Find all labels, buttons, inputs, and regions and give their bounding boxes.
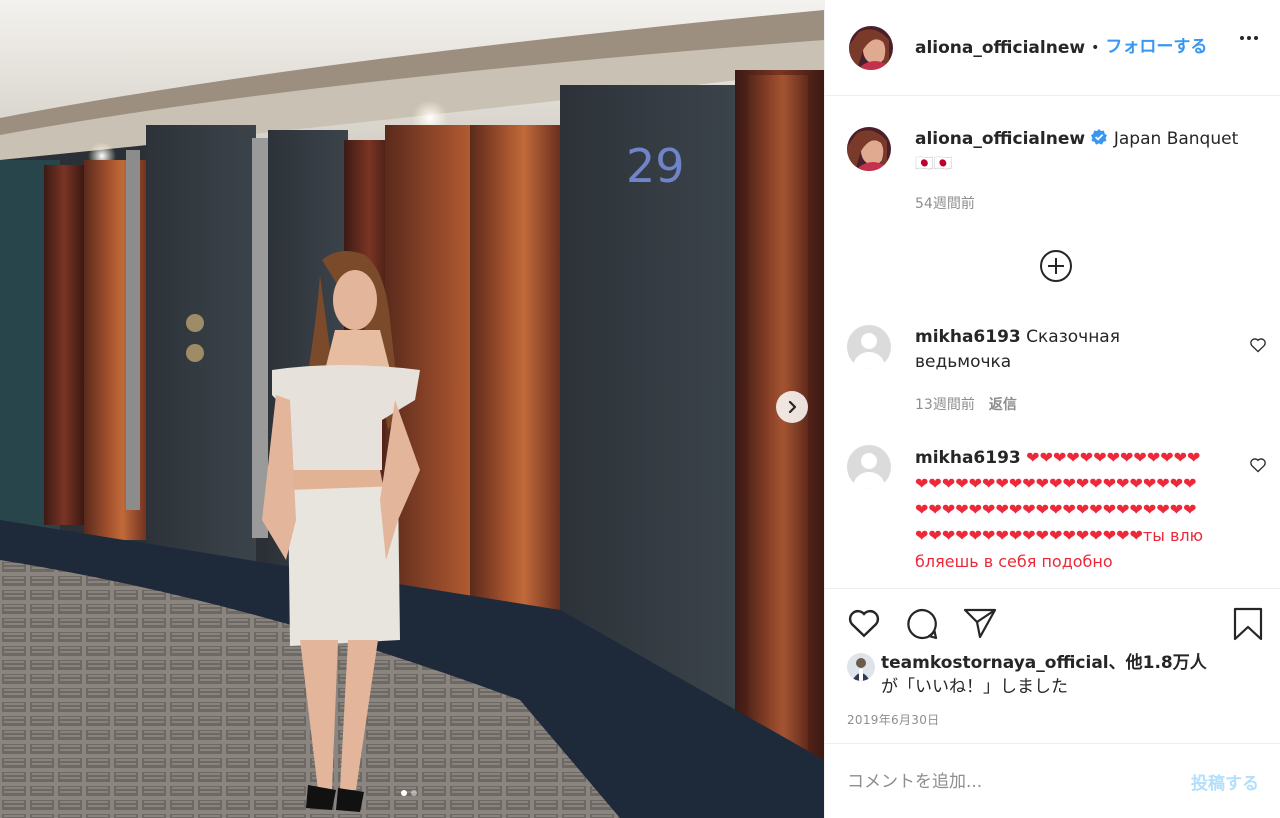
- share-button[interactable]: [963, 607, 997, 645]
- caption-username[interactable]: aliona_officialnew: [915, 129, 1085, 149]
- comment-meta: 13週間前 返信: [915, 393, 1215, 418]
- comments-list[interactable]: aliona_officialnew Japan Banquet 🇯🇵🇯🇵 54…: [825, 97, 1280, 587]
- more-dot: [1240, 36, 1244, 40]
- caption-author-avatar[interactable]: [847, 127, 891, 171]
- paper-plane-icon: [963, 608, 997, 639]
- caption-flags: 🇯🇵🇯🇵: [915, 154, 953, 172]
- caption-time[interactable]: 54週間前: [915, 192, 1255, 217]
- comment-item: mikha6193 ❤❤❤❤❤❤❤❤❤❤❤❤❤❤❤❤❤❤❤❤❤❤❤❤❤❤❤❤❤❤…: [847, 445, 1267, 575]
- more-dot: [1254, 36, 1258, 40]
- bookmark-icon: [1233, 607, 1263, 641]
- comment-body: mikha6193 ❤❤❤❤❤❤❤❤❤❤❤❤❤❤❤❤❤❤❤❤❤❤❤❤❤❤❤❤❤❤…: [915, 445, 1207, 575]
- post-photo[interactable]: 29: [0, 0, 824, 818]
- likes-text: teamkostornaya_official、他1.8万人 が「いいね！」しま…: [881, 651, 1207, 699]
- room-number: 29: [626, 139, 685, 193]
- like-button[interactable]: [847, 607, 881, 645]
- reply-button[interactable]: 返信: [989, 397, 1017, 413]
- post-date[interactable]: 2019年6月30日: [847, 711, 939, 728]
- chevron-right-icon: [788, 400, 797, 414]
- plus-circle-icon: [1040, 250, 1072, 282]
- save-button[interactable]: [1233, 607, 1263, 645]
- more-dot: [1247, 36, 1251, 40]
- post-comment-button[interactable]: 投稿する: [1191, 769, 1259, 794]
- author-username[interactable]: aliona_officialnew: [915, 38, 1085, 58]
- comment-input[interactable]: [847, 771, 1191, 792]
- header-separator: •: [1091, 39, 1100, 56]
- caption-item: aliona_officialnew Japan Banquet 🇯🇵🇯🇵 54…: [847, 127, 1267, 217]
- like-comment-button[interactable]: [1249, 337, 1267, 357]
- liker-username[interactable]: teamkostornaya_official: [881, 653, 1109, 673]
- action-icons: [847, 607, 997, 645]
- likes-suffix: が「いいね！」しました: [881, 677, 1068, 697]
- comment-body: mikha6193 Сказочная ведьмочка 13週間前 返信: [915, 325, 1215, 418]
- commenter-avatar[interactable]: [847, 325, 891, 369]
- comment-bubble-icon: [907, 608, 938, 640]
- post-modal: 29 aliona_officialnew • フォローする aliona_of…: [0, 0, 1280, 818]
- caption-text: Japan Banquet: [1113, 129, 1239, 149]
- likes-others[interactable]: 、他1.8万人: [1109, 653, 1207, 673]
- likes-summary: teamkostornaya_official、他1.8万人 が「いいね！」しま…: [847, 651, 1207, 699]
- like-comment-button[interactable]: [1249, 457, 1267, 477]
- commenter-avatar[interactable]: [847, 445, 891, 489]
- heart-outline-icon: [1250, 458, 1266, 473]
- comment-username[interactable]: mikha6193: [915, 448, 1021, 468]
- load-more-comments-button[interactable]: [1039, 249, 1073, 287]
- author-avatar[interactable]: [849, 25, 893, 70]
- post-sidebar: aliona_officialnew • フォローする aliona_offic…: [824, 0, 1280, 818]
- avatar-image: [847, 653, 875, 681]
- post-header: aliona_officialnew • フォローする: [825, 0, 1280, 96]
- heart-outline-icon: [1250, 338, 1266, 353]
- follow-button[interactable]: フォローする: [1105, 32, 1207, 57]
- comment-username[interactable]: mikha6193: [915, 327, 1021, 347]
- comment-form: 投稿する: [825, 745, 1280, 818]
- heart-outline-icon: [848, 609, 880, 638]
- comment-time[interactable]: 13週間前: [915, 397, 975, 413]
- comment-button[interactable]: [905, 607, 939, 645]
- verified-badge-icon: [1091, 129, 1108, 145]
- more-options-button[interactable]: [1240, 36, 1258, 40]
- carousel-dot: [401, 790, 407, 796]
- photo-scene: 29: [0, 0, 824, 818]
- carousel-next-button[interactable]: [776, 391, 808, 423]
- carousel-dot: [411, 790, 417, 796]
- liker-avatar[interactable]: [847, 653, 875, 681]
- carousel-indicator: [401, 790, 417, 796]
- avatar-image: [847, 127, 891, 171]
- post-actions: teamkostornaya_official、他1.8万人 が「いいね！」しま…: [825, 588, 1280, 744]
- comment-item: mikha6193 Сказочная ведьмочка 13週間前 返信: [847, 325, 1267, 418]
- avatar-image: [849, 25, 893, 70]
- caption-body: aliona_officialnew Japan Banquet 🇯🇵🇯🇵 54…: [915, 127, 1255, 217]
